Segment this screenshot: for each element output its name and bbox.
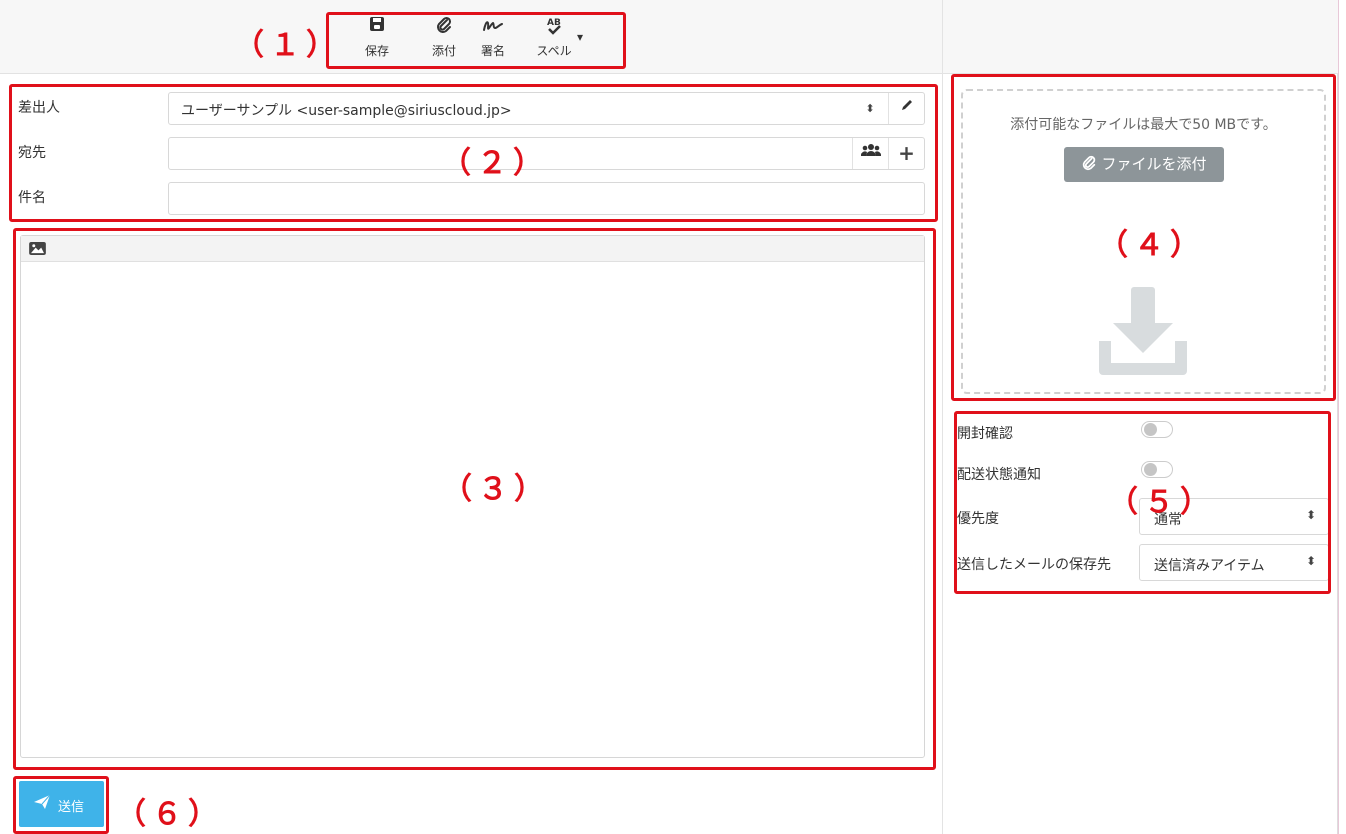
attach-file-label: ファイルを添付 — [1101, 155, 1207, 173]
pencil-icon — [901, 100, 912, 110]
annotation-marker-4: （４） — [1098, 228, 1206, 263]
save-sent-value: 送信済みアイテム — [1154, 558, 1265, 574]
save-sent-row: 送信したメールの保存先 送信済みアイテム ⬍ — [943, 543, 1339, 583]
signature-label: 署名 — [480, 44, 505, 58]
signature-button[interactable]: 署名 — [468, 16, 518, 66]
to-label: 宛先 — [18, 145, 46, 161]
spellcheck-label: スペル — [536, 44, 572, 58]
spellcheck-icon: AB — [524, 16, 584, 38]
annotation-marker-5: （５） — [1108, 485, 1216, 520]
annotation-marker-1: （１） — [234, 28, 342, 63]
read-receipt-row: 開封確認 — [943, 418, 1339, 448]
image-icon[interactable] — [29, 242, 46, 255]
from-select[interactable]: ユーザーサンプル <user-sample@siriuscloud.jp> ⬍ — [168, 92, 925, 125]
paperclip-icon — [1083, 155, 1096, 171]
subject-row: 件名 — [0, 177, 942, 217]
save-sent-label: 送信したメールの保存先 — [957, 557, 1111, 573]
compose-main-panel: 保存 添付 署名 AB スペル ▾ 差出人 ユーザーサンプル <user-sam… — [0, 0, 942, 834]
annotation-marker-3: （３） — [442, 472, 550, 507]
attach-button[interactable]: 添付 — [419, 16, 469, 66]
save-icon — [352, 16, 402, 38]
editor-toolbar — [21, 236, 924, 262]
sort-icon: ⬍ — [1305, 554, 1316, 568]
subject-label: 件名 — [18, 190, 46, 206]
sort-icon: ⬍ — [1305, 508, 1316, 522]
side-toolbar-strip — [943, 0, 1339, 74]
annotation-marker-2: （２） — [441, 146, 549, 181]
save-button[interactable]: 保存 — [352, 16, 402, 66]
signature-icon — [468, 16, 518, 38]
send-button[interactable]: 送信 — [19, 781, 104, 827]
paper-plane-icon — [33, 794, 51, 815]
delivery-status-label: 配送状態通知 — [957, 467, 1041, 483]
compose-side-panel: 添付可能なファイルは最大で50 MBです。 ファイルを添付 開封確認 配送状態通… — [942, 0, 1339, 834]
paperclip-icon — [419, 16, 469, 38]
download-icon — [1099, 287, 1187, 375]
send-label: 送信 — [58, 800, 85, 815]
add-recipient-button[interactable]: + — [888, 138, 924, 169]
read-receipt-toggle[interactable] — [1141, 421, 1173, 438]
spellcheck-button[interactable]: AB スペル — [524, 16, 584, 66]
users-icon — [860, 144, 881, 156]
chevron-down-icon[interactable]: ▾ — [577, 30, 583, 44]
page-edge — [1338, 0, 1346, 834]
compose-window: 保存 添付 署名 AB スペル ▾ 差出人 ユーザーサンプル <user-sam… — [0, 0, 1346, 834]
subject-input[interactable] — [168, 182, 925, 215]
attachment-limit-text: 添付可能なファイルは最大で50 MBです。 — [1010, 117, 1277, 133]
attach-file-button[interactable]: ファイルを添付 — [1064, 147, 1224, 182]
from-label: 差出人 — [18, 100, 60, 116]
priority-label: 優先度 — [957, 511, 999, 527]
address-book-button[interactable] — [852, 138, 888, 169]
read-receipt-label: 開封確認 — [957, 426, 1013, 442]
save-label: 保存 — [364, 44, 389, 58]
save-sent-select[interactable]: 送信済みアイテム ⬍ — [1139, 544, 1329, 581]
annotation-marker-6: （６） — [116, 797, 224, 832]
sort-icon: ⬍ — [865, 102, 875, 115]
compose-toolbar: 保存 添付 署名 AB スペル ▾ — [0, 0, 942, 74]
edit-identity-button[interactable] — [888, 93, 924, 124]
attach-label: 添付 — [431, 44, 456, 58]
delivery-status-toggle[interactable] — [1141, 461, 1173, 478]
from-value: ユーザーサンプル <user-sample@siriuscloud.jp> — [181, 103, 512, 119]
from-row: 差出人 ユーザーサンプル <user-sample@siriuscloud.jp… — [0, 87, 942, 127]
